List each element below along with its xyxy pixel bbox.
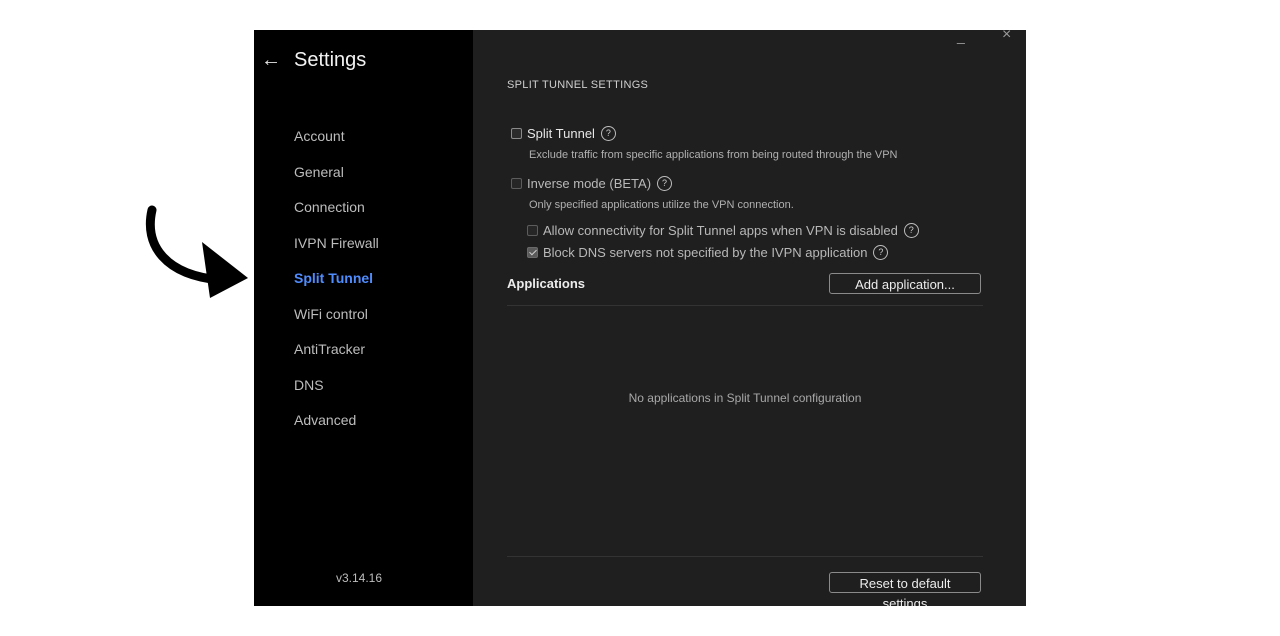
inverse-mode-option: Inverse mode (BETA) ? <box>511 176 673 191</box>
help-icon[interactable]: ? <box>600 126 616 141</box>
applications-label: Applications <box>507 276 586 291</box>
settings-window: ← Settings Account General Connection IV… <box>254 30 1026 606</box>
section-title: SPLIT TUNNEL SETTINGS <box>507 79 649 91</box>
settings-nav: Account General Connection IVPN Firewall… <box>294 126 379 446</box>
sidebar-title: Settings <box>294 49 367 71</box>
split-tunnel-panel: SPLIT TUNNEL SETTINGS Split Tunnel ? Exc… <box>507 30 983 606</box>
pointer-arrow-icon <box>145 205 248 298</box>
sidebar-item-ivpn-firewall[interactable]: IVPN Firewall <box>294 233 379 269</box>
reset-defaults-button[interactable]: Reset to default settings <box>829 572 981 606</box>
back-arrow-icon[interactable]: ← <box>260 49 282 71</box>
block-dns-option: Block DNS servers not specified by the I… <box>527 245 889 260</box>
sidebar-item-wifi-control[interactable]: WiFi control <box>294 304 379 340</box>
divider <box>507 556 983 557</box>
divider <box>507 305 983 306</box>
sidebar-item-antitracker[interactable]: AntiTracker <box>294 339 379 375</box>
allow-connectivity-option: Allow connectivity for Split Tunnel apps… <box>527 223 919 238</box>
sidebar-item-advanced[interactable]: Advanced <box>294 410 379 446</box>
split-tunnel-checkbox[interactable] <box>511 128 522 139</box>
sidebar-item-dns[interactable]: DNS <box>294 375 379 411</box>
add-application-button[interactable]: Add application... <box>829 273 981 294</box>
allow-connectivity-checkbox[interactable] <box>527 225 538 236</box>
help-icon[interactable]: ? <box>903 223 919 238</box>
allow-connectivity-label: Allow connectivity for Split Tunnel apps… <box>543 223 898 238</box>
inverse-mode-description: Only specified applications utilize the … <box>529 199 794 211</box>
sidebar-item-account[interactable]: Account <box>294 126 379 162</box>
block-dns-checkbox[interactable] <box>527 247 538 258</box>
split-tunnel-label: Split Tunnel <box>527 126 595 141</box>
inverse-mode-label: Inverse mode (BETA) <box>527 176 652 191</box>
split-tunnel-description: Exclude traffic from specific applicatio… <box>529 149 898 161</box>
empty-applications-message: No applications in Split Tunnel configur… <box>628 391 862 405</box>
inverse-mode-checkbox[interactable] <box>511 178 522 189</box>
sidebar-item-connection[interactable]: Connection <box>294 197 379 233</box>
help-icon[interactable]: ? <box>873 245 889 260</box>
sidebar-item-general[interactable]: General <box>294 162 379 198</box>
settings-sidebar: ← Settings Account General Connection IV… <box>254 30 473 606</box>
help-icon[interactable]: ? <box>657 176 673 191</box>
block-dns-label: Block DNS servers not specified by the I… <box>543 245 868 260</box>
split-tunnel-option: Split Tunnel ? <box>511 126 616 141</box>
close-icon[interactable]: × <box>1002 30 1011 44</box>
app-version: v3.14.16 <box>335 571 383 585</box>
sidebar-item-split-tunnel[interactable]: Split Tunnel <box>294 268 379 304</box>
